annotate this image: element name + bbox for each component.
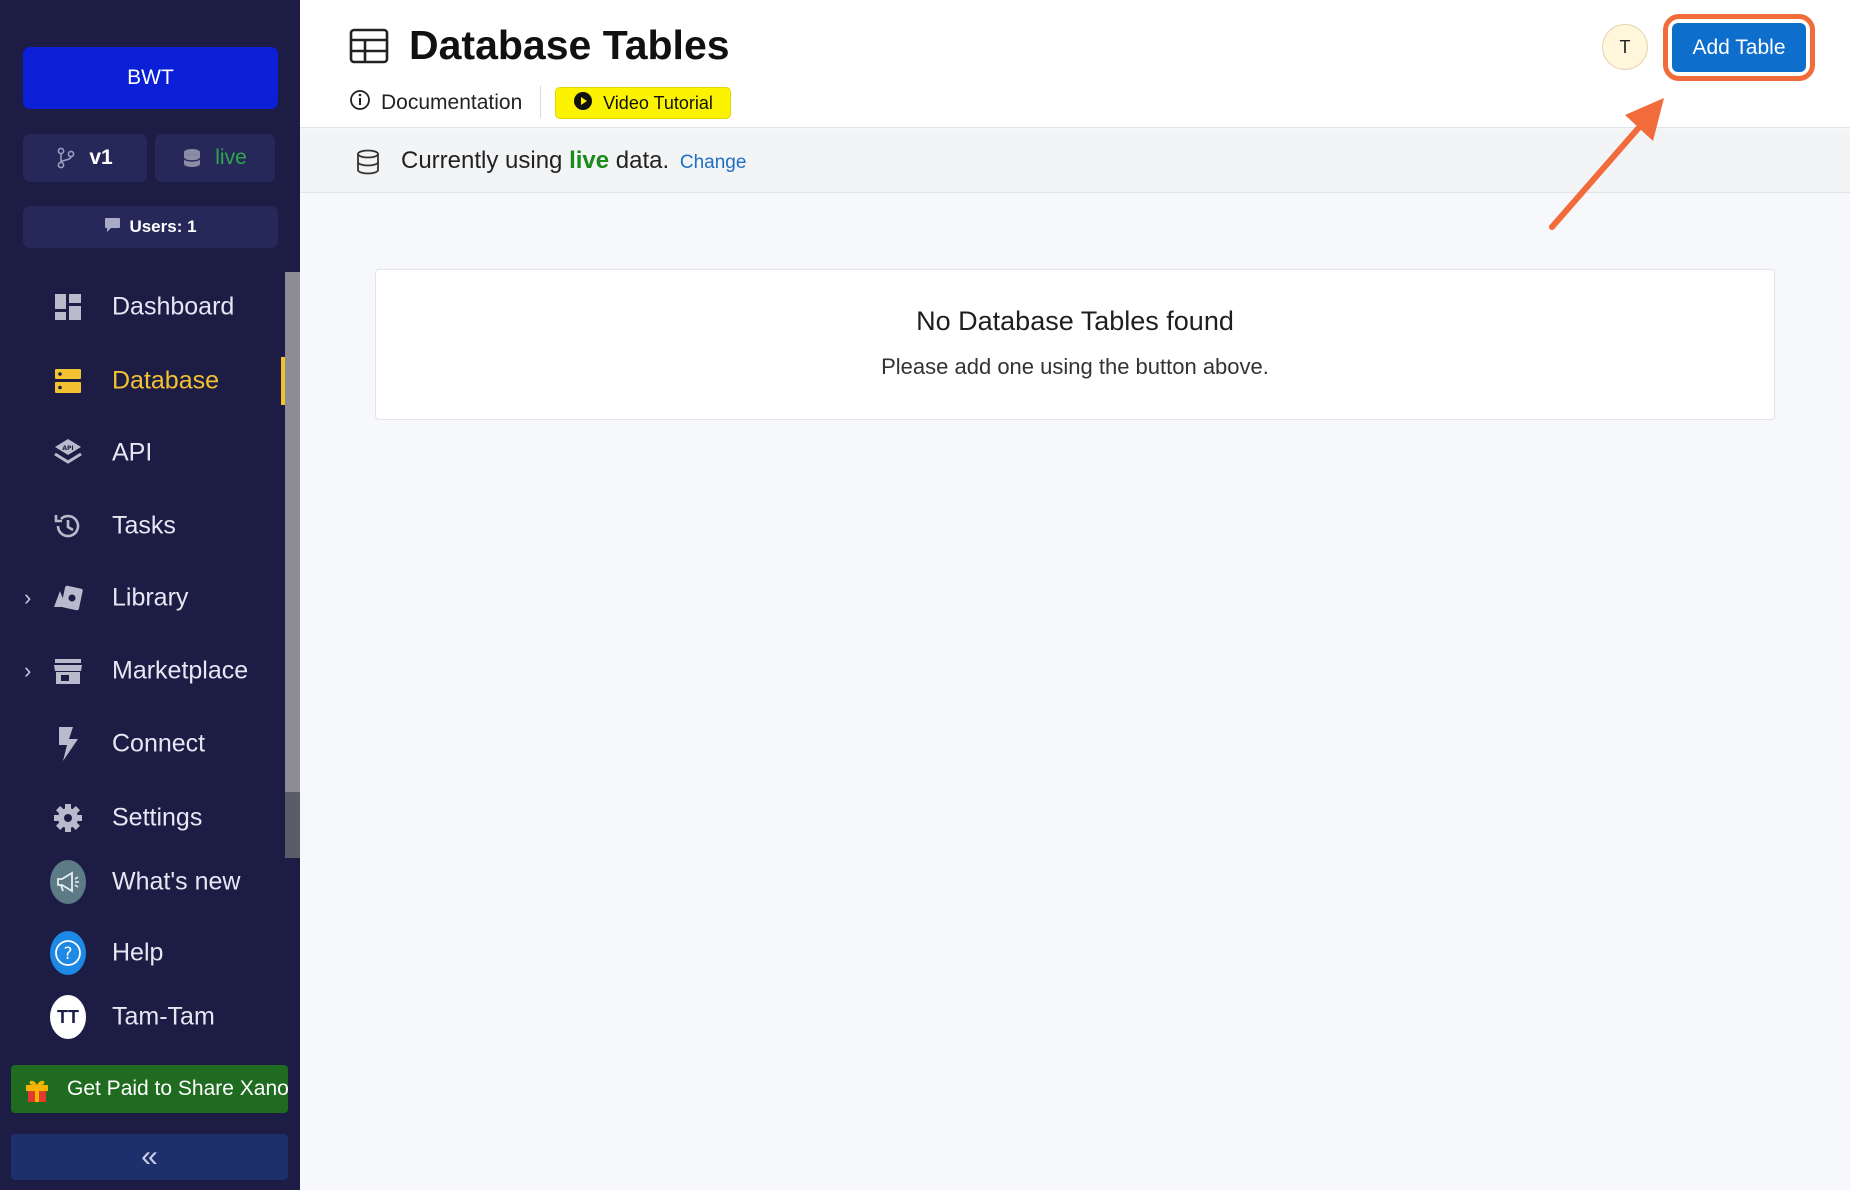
sidebar-item-settings[interactable]: Settings	[0, 788, 284, 848]
sidebar-item-help[interactable]: ? Help	[0, 923, 284, 983]
info-icon	[349, 89, 371, 117]
video-tutorial-button[interactable]: Video Tutorial	[555, 87, 731, 119]
sidebar-item-dashboard[interactable]: Dashboard	[0, 277, 284, 337]
git-branch-icon	[57, 147, 75, 169]
sidebar-item-account[interactable]: TT Tam-Tam	[0, 987, 284, 1047]
sidebar-item-api[interactable]: API API	[0, 423, 284, 483]
double-chevron-left-icon: «	[141, 1140, 158, 1173]
dashboard-icon	[50, 289, 86, 325]
library-icon	[50, 580, 86, 616]
users-indicator[interactable]: Users: 1	[23, 206, 278, 248]
chevron-right-icon[interactable]: ›	[24, 658, 31, 684]
database-stack-icon	[183, 148, 201, 168]
documentation-label: Documentation	[381, 91, 523, 114]
video-tutorial-label: Video Tutorial	[603, 92, 713, 113]
sidebar: BWT v1 live Users: 1 Dashboard Database	[0, 0, 300, 1190]
data-source-env: live	[569, 147, 610, 174]
marketplace-store-icon	[50, 653, 86, 689]
page-title: Database Tables	[409, 22, 730, 68]
tasks-history-icon	[50, 508, 86, 544]
promo-label: Get Paid to Share Xano	[67, 1077, 289, 1100]
change-data-source-link[interactable]: Change	[680, 152, 747, 173]
users-count: Users: 1	[129, 217, 197, 236]
database-icon	[356, 149, 380, 180]
environment-selector[interactable]: live	[155, 134, 275, 182]
gift-icon	[23, 1075, 51, 1103]
sidebar-item-whats-new[interactable]: What's new	[0, 852, 284, 912]
referral-promo-button[interactable]: Get Paid to Share Xano	[11, 1065, 289, 1113]
sidebar-item-connect[interactable]: Connect	[0, 714, 284, 774]
branch-selector[interactable]: v1	[23, 134, 147, 182]
sidebar-item-marketplace[interactable]: › Marketplace	[0, 641, 284, 701]
sidebar-item-label: Tasks	[112, 511, 176, 540]
api-icon: API	[50, 435, 86, 471]
sidebar-item-label: Settings	[112, 803, 203, 832]
avatar-initials: TT	[50, 995, 86, 1039]
branch-label: v1	[89, 146, 113, 169]
data-source-text: Currently using live data. Change	[401, 147, 746, 175]
help-icon: ?	[50, 931, 86, 975]
data-source-prefix: Currently using	[401, 147, 563, 174]
sidebar-scrollbar-thumb[interactable]	[285, 272, 300, 792]
sidebar-item-tasks[interactable]: Tasks	[0, 496, 284, 556]
lightning-icon	[50, 726, 86, 762]
chevron-right-icon[interactable]: ›	[24, 585, 31, 611]
documentation-link[interactable]: Documentation	[349, 89, 522, 117]
sidebar-item-label: Database	[112, 366, 220, 395]
workspace-button[interactable]: BWT	[23, 47, 278, 109]
megaphone-icon	[50, 860, 86, 904]
play-icon	[573, 91, 593, 116]
data-source-suffix: data.	[615, 147, 670, 174]
gear-icon	[50, 800, 86, 836]
collapse-sidebar-button[interactable]: «	[11, 1134, 288, 1180]
sidebar-item-label: Tam-Tam	[112, 1002, 215, 1031]
sidebar-item-label: Connect	[112, 729, 206, 758]
environment-label: live	[215, 146, 247, 169]
empty-state-subtitle: Please add one using the button above.	[881, 354, 1269, 379]
sidebar-item-label: Help	[112, 938, 164, 967]
sidebar-item-label: API	[112, 438, 153, 467]
sidebar-item-label: Dashboard	[112, 292, 235, 321]
user-avatar: TT	[50, 995, 86, 1039]
user-avatar[interactable]: T	[1602, 24, 1648, 70]
sidebar-item-database[interactable]: Database	[0, 351, 285, 411]
add-table-button[interactable]: Add Table	[1672, 23, 1806, 72]
table-icon	[349, 28, 389, 69]
svg-text:API: API	[62, 445, 73, 452]
header-divider	[540, 86, 541, 118]
sidebar-item-label: What's new	[112, 867, 241, 896]
empty-state-panel: No Database Tables found Please add one …	[375, 269, 1775, 420]
annotation-arrow	[1549, 98, 1664, 230]
database-icon	[50, 363, 86, 399]
chat-bubble-icon	[104, 217, 121, 238]
sidebar-item-label: Marketplace	[112, 656, 249, 685]
sidebar-item-library[interactable]: › Library	[0, 568, 284, 628]
sidebar-item-label: Library	[112, 583, 189, 612]
empty-state-title: No Database Tables found	[916, 306, 1234, 336]
svg-text:?: ?	[63, 944, 72, 964]
